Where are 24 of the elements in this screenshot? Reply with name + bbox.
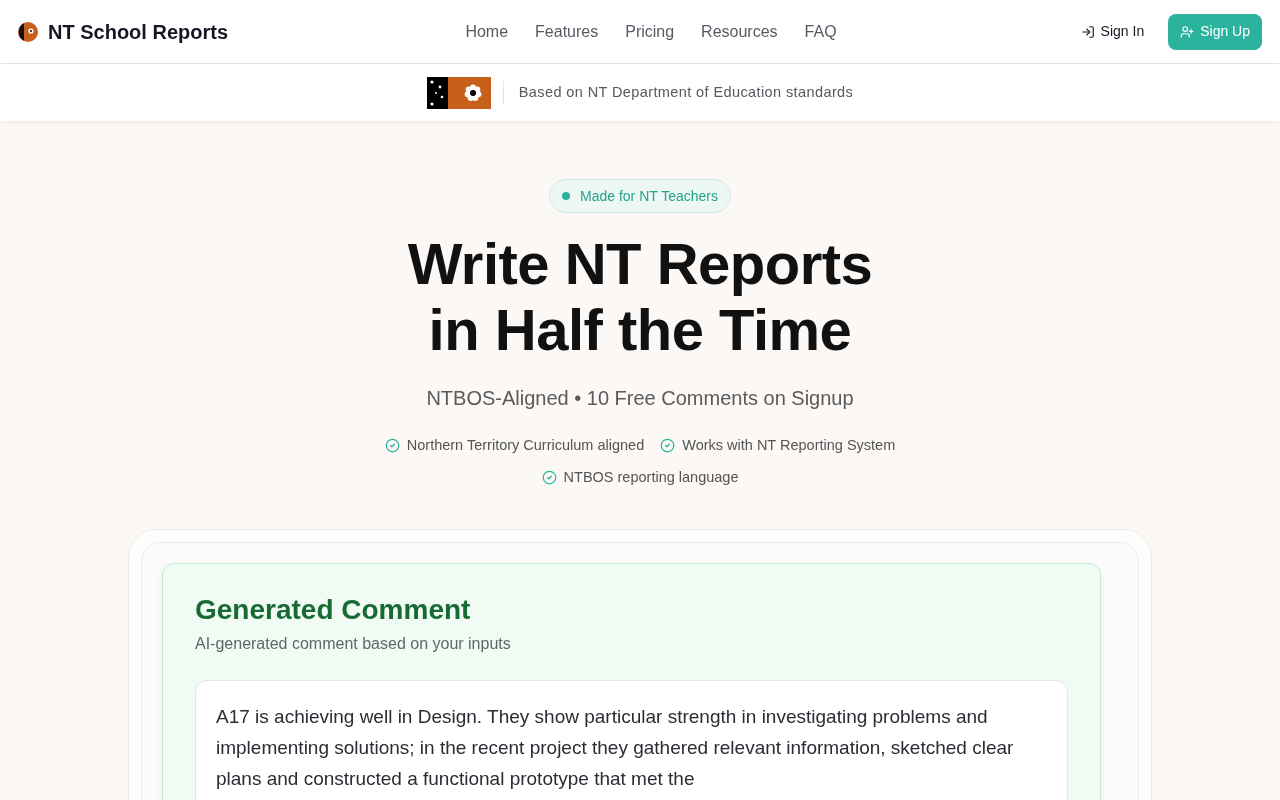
nav-link[interactable]: Pricing [625,19,675,44]
flag-icon [426,76,491,109]
nav-link[interactable]: Resources [701,19,778,44]
nav-link[interactable]: Home [465,19,509,44]
hero-heading: Write NT Reports in Half the Time [407,231,873,363]
user-plus-icon [1180,24,1195,39]
comment-text: A17 is achieving well in Design. They show particular strength in investigating problems and implementing solutions; in the recent project they gathered relevant information, sketched clear plans and constructed a functional prototype that met the [216,704,1015,791]
card-title: Generated Comment [195,592,472,627]
banner-text: Based on NT Department of Education standards [517,82,854,102]
sign-in-icon [1080,24,1095,39]
check-circle-icon [384,438,400,454]
sign-in-button[interactable]: Sign In [1076,13,1149,50]
hero-subtitle: NTBOS-Aligned • 10 Free Comments on Signup [426,386,854,411]
nav-link[interactable]: FAQ [804,19,837,44]
feature-text: Works with NT Reporting System [682,436,896,455]
nav-link[interactable]: Features [535,19,599,44]
feature-text: NTBOS reporting language [563,467,739,487]
check-circle-icon [541,470,557,486]
badge-text: Made for NT Teachers [580,186,718,206]
card-subtitle: AI-generated comment based on your inputs [195,633,512,654]
logo-icon [18,21,38,42]
check-circle-icon [660,438,676,454]
feature-text: Northern Territory Curriculum aligned [406,436,645,455]
site-title: NT School Reports [48,19,228,45]
